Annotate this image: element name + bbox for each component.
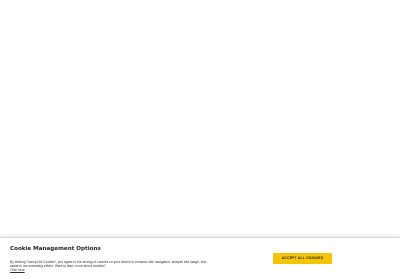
- cookie-banner: Cookie Management Options By clicking “A…: [0, 237, 400, 279]
- learn-more-link[interactable]: Click here: [10, 268, 25, 272]
- page: Cookie Management Options By clicking “A…: [0, 0, 400, 279]
- cookie-banner-text: By clicking “Accept All Cookies”, you ag…: [10, 260, 210, 273]
- cookie-banner-title: Cookie Management Options: [10, 246, 101, 252]
- accept-all-cookies-button[interactable]: ACCEPT ALL COOKIES: [273, 253, 332, 264]
